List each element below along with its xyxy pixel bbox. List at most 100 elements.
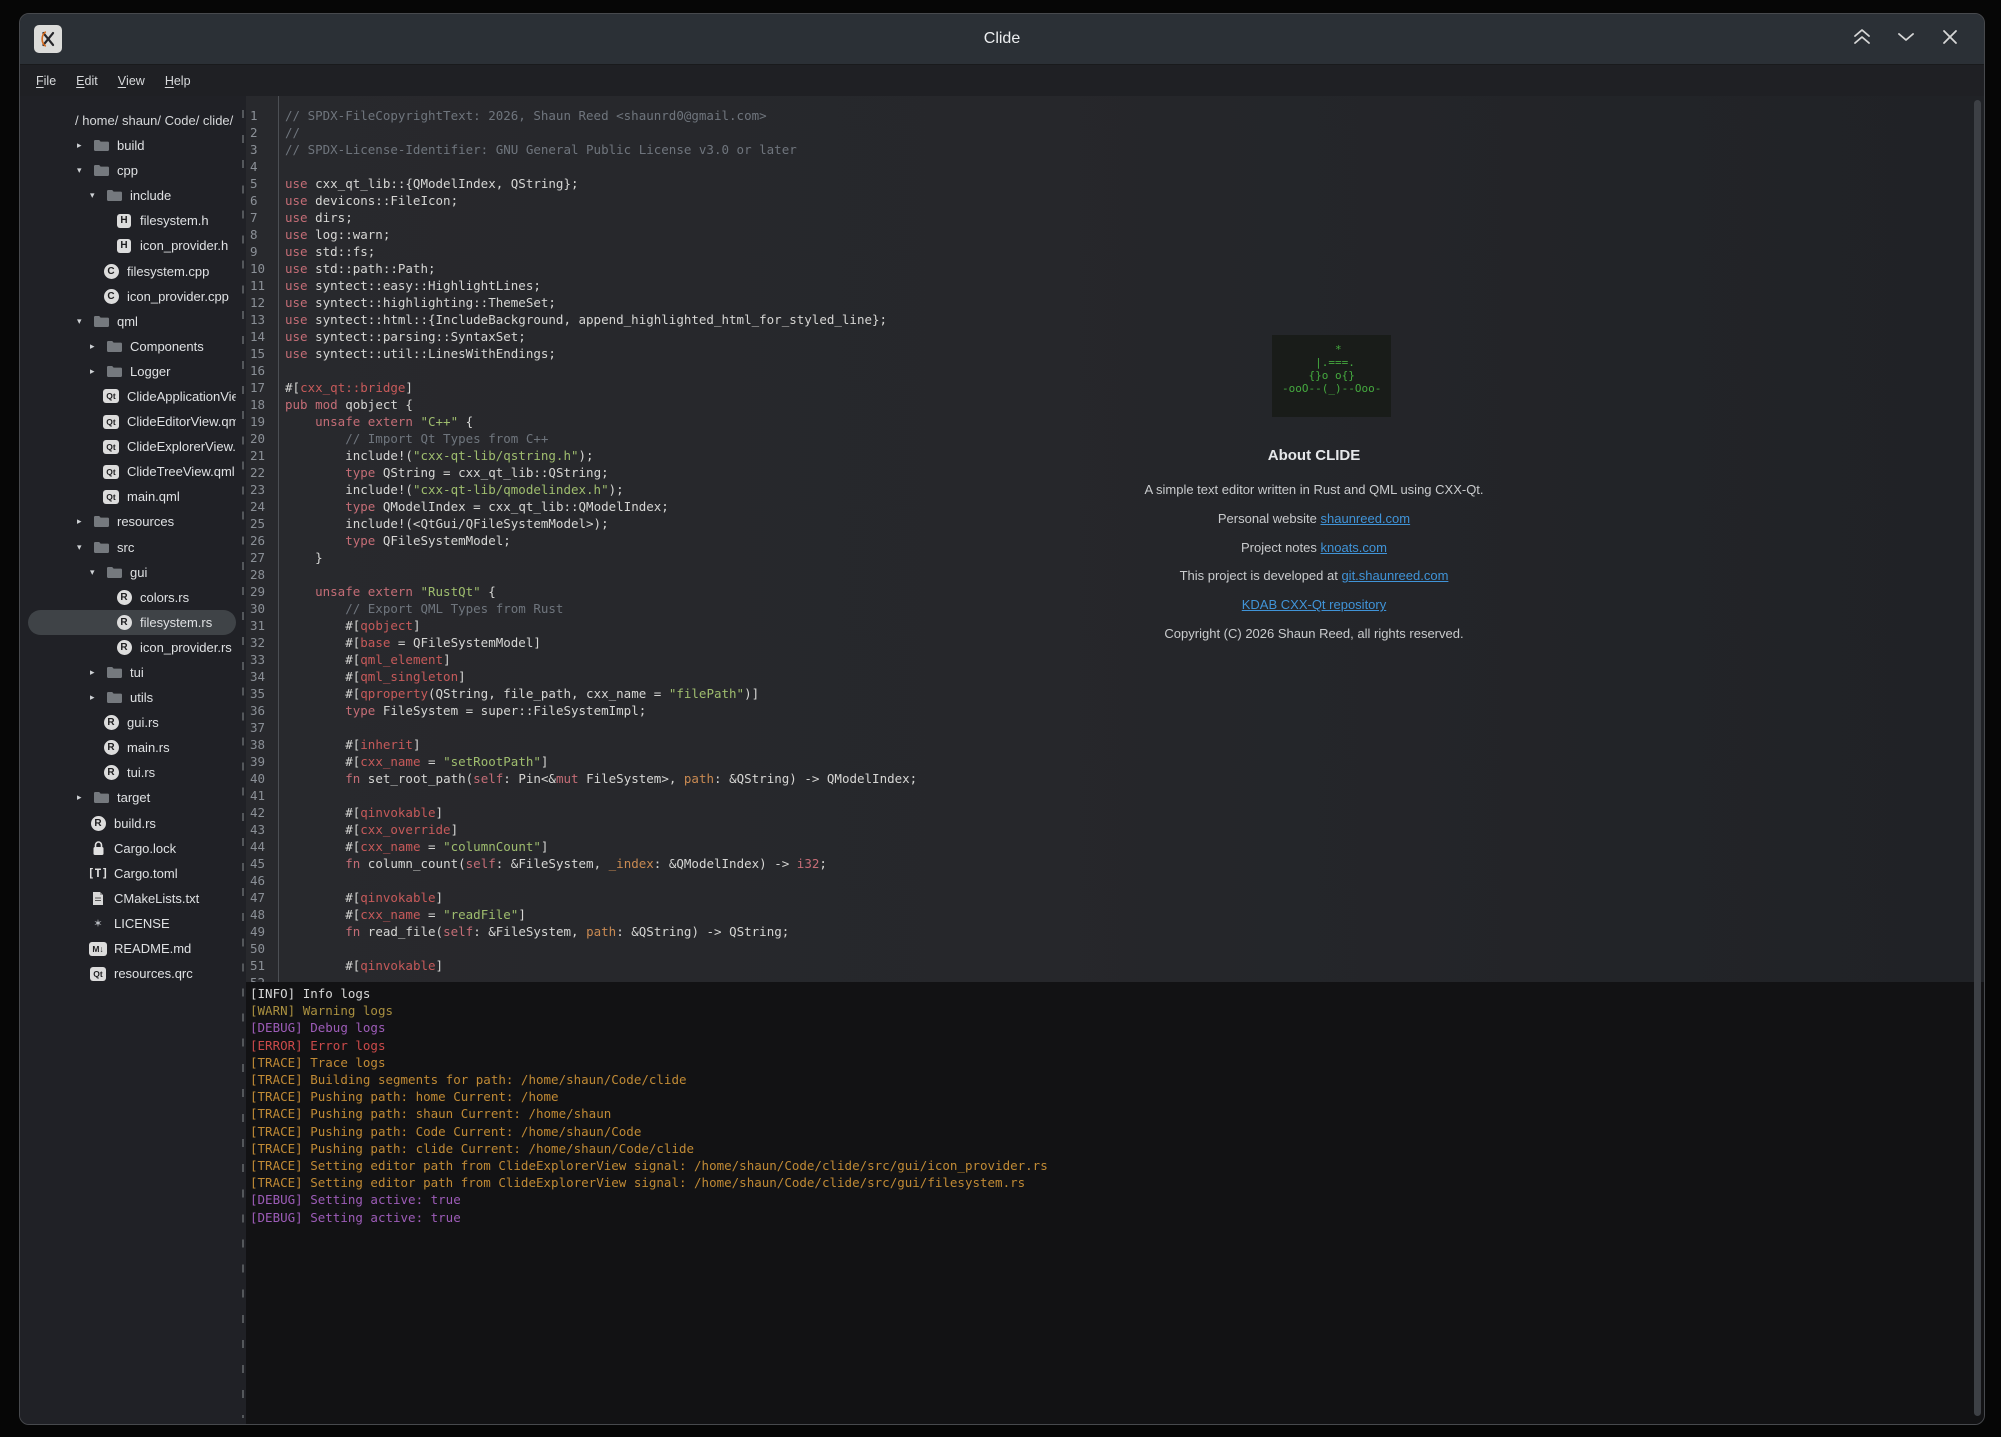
log-level: [WARN] — [250, 1003, 303, 1018]
folder-icon — [105, 365, 123, 378]
tree-item-icon-provider-rs[interactable]: Ricon_provider.rs — [28, 635, 236, 660]
tree-item-resources-qrc[interactable]: Qtresources.qrc — [28, 961, 236, 986]
tree-item-clideeditorview-qml[interactable]: QtClideEditorView.qml — [28, 409, 236, 434]
minimize-button[interactable] — [1894, 27, 1918, 51]
tree-item-build-rs[interactable]: Rbuild.rs — [28, 811, 236, 836]
tree-item-clideexplorerview-qml[interactable]: QtClideExplorerView.qml — [28, 434, 236, 459]
menu-item-help[interactable]: Help — [155, 65, 201, 96]
rust-file-icon: R — [115, 590, 133, 605]
tree-item-label: src — [117, 540, 134, 555]
code-line: 16 — [246, 362, 1984, 379]
line-number: 51 — [246, 957, 276, 974]
code-token: type — [345, 465, 375, 480]
tree-item-logger[interactable]: ▸Logger — [28, 359, 236, 384]
about-paragraph: KDAB CXX-Qt repository — [1092, 591, 1536, 620]
code-editor[interactable]: 1// SPDX-FileCopyrightText: 2026, Shaun … — [246, 96, 1984, 982]
chevron-collapsed-icon: ▸ — [90, 341, 105, 352]
log-message: Setting editor path from ClideExplorerVi… — [310, 1158, 1048, 1173]
tree-item-cpp[interactable]: ▾cpp — [28, 158, 236, 183]
maximize-button[interactable] — [1850, 27, 1874, 51]
tree-item-colors-rs[interactable]: Rcolors.rs — [28, 585, 236, 610]
tree-item-label: Components — [130, 339, 204, 354]
gutter-separator — [278, 96, 279, 982]
chevron-collapsed-icon: ▸ — [90, 366, 105, 377]
code-line: 3// SPDX-License-Identifier: GNU General… — [246, 141, 1984, 158]
tree-item-clidetreeview-qml[interactable]: QtClideTreeView.qml — [28, 459, 236, 484]
tree-item-utils[interactable]: ▸utils — [28, 685, 236, 710]
tree-item-build[interactable]: ▸build — [28, 133, 236, 158]
line-number: 48 — [246, 906, 276, 923]
menu-item-view[interactable]: View — [108, 65, 155, 96]
tree-item-components[interactable]: ▸ Components — [28, 334, 236, 359]
line-number: 26 — [246, 532, 276, 549]
line-number: 9 — [246, 243, 276, 260]
code-token: #[ — [285, 635, 360, 650]
tree-item-main-rs[interactable]: Rmain.rs — [28, 735, 236, 760]
log-message: Building segments for path: /home/shaun/… — [310, 1072, 686, 1087]
menu-item-edit[interactable]: Edit — [66, 65, 108, 96]
line-number: 41 — [246, 787, 276, 804]
tree-item-label: utils — [130, 690, 153, 705]
tree-item-resources[interactable]: ▸resources — [28, 509, 236, 534]
line-number: 35 — [246, 685, 276, 702]
chevron-expanded-icon: ▾ — [90, 567, 105, 578]
about-link[interactable]: KDAB CXX-Qt repository — [1242, 597, 1387, 612]
file-tree: / home/ shaun/ Code/ clide/ ▸build▾cpp▾i… — [20, 96, 246, 986]
log-line-warn: [WARN] Warning logs — [250, 1002, 1984, 1019]
code-line: 5use cxx_qt_lib::{QModelIndex, QString}; — [246, 175, 1984, 192]
tree-item-label: main.rs — [127, 740, 170, 755]
code-token: (QString, file_path, cxx_name = — [428, 686, 669, 701]
code-token — [285, 414, 315, 429]
log-message: Pushing path: home Current: /home — [310, 1089, 558, 1104]
line-number: 13 — [246, 311, 276, 328]
code-line-text: } — [276, 549, 323, 566]
tree-item-filesystem-rs[interactable]: Rfilesystem.rs — [28, 610, 236, 635]
code-token: use — [285, 295, 308, 310]
tree-item-icon-provider-h[interactable]: Hicon_provider.h — [28, 233, 236, 258]
explorer-scrollbar[interactable] — [242, 110, 244, 1418]
code-line-text: include!("cxx-qt-lib/qstring.h"); — [276, 447, 594, 464]
tree-item-src[interactable]: ▾src — [28, 535, 236, 560]
code-token: : &QString) -> QString; — [616, 924, 789, 939]
code-token: fn — [345, 924, 360, 939]
line-number: 40 — [246, 770, 276, 787]
log-line-trace: [TRACE] Pushing path: home Current: /hom… — [250, 1088, 1984, 1105]
menu-item-file[interactable]: File — [26, 65, 66, 96]
tree-item-include[interactable]: ▾include — [28, 183, 236, 208]
code-token: base — [360, 635, 390, 650]
tree-item-gui-rs[interactable]: Rgui.rs — [28, 710, 236, 735]
tree-item-cargo-lock[interactable]: Cargo.lock — [28, 836, 236, 861]
tree-item-target[interactable]: ▸target — [28, 785, 236, 810]
tree-item-readme-md[interactable]: M↓README.md — [28, 936, 236, 961]
tree-item-cargo-toml[interactable]: [T]Cargo.toml — [28, 861, 236, 886]
tree-item-qml[interactable]: ▾qml — [28, 309, 236, 334]
tree-item-filesystem-h[interactable]: Hfilesystem.h — [28, 208, 236, 233]
editor-scrollbar[interactable] — [1974, 100, 1981, 1416]
tree-item-icon-provider-cpp[interactable]: Cicon_provider.cpp — [28, 284, 236, 309]
tree-item-tui[interactable]: ▸tui — [28, 660, 236, 685]
code-token: : &QModelIndex) -> — [654, 856, 797, 871]
code-line-text: // SPDX-License-Identifier: GNU General … — [276, 141, 797, 158]
tree-item-main-qml[interactable]: Qtmain.qml — [28, 484, 236, 509]
code-token: // — [285, 125, 300, 140]
menu-mnemonic: E — [76, 74, 84, 88]
code-token: self — [443, 924, 473, 939]
line-number: 3 — [246, 141, 276, 158]
code-line-text: type FileSystem = super::FileSystemImpl; — [276, 702, 646, 719]
code-token: syntect::highlighting::ThemeSet; — [308, 295, 556, 310]
about-link[interactable]: shaunreed.com — [1321, 511, 1411, 526]
tree-item-tui-rs[interactable]: Rtui.rs — [28, 760, 236, 785]
about-link[interactable]: git.shaunreed.com — [1341, 568, 1448, 583]
tree-item-license[interactable]: ✶LICENSE — [28, 911, 236, 936]
about-link[interactable]: knoats.com — [1321, 540, 1387, 555]
tree-item-filesystem-cpp[interactable]: Cfilesystem.cpp — [28, 258, 236, 283]
code-line-text: fn column_count(self: &FileSystem, _inde… — [276, 855, 827, 872]
tree-item-gui[interactable]: ▾gui — [28, 560, 236, 585]
log-panel[interactable]: [INFO] Info logs[WARN] Warning logs[DEBU… — [246, 982, 1984, 1424]
log-level: [TRACE] — [250, 1055, 310, 1070]
line-number: 20 — [246, 430, 276, 447]
close-button[interactable] — [1938, 27, 1962, 51]
tree-item-clideapplicationview-qml[interactable]: QtClideApplicationView.qml — [28, 384, 236, 409]
tree-item-cmakelists-txt[interactable]: CMakeLists.txt — [28, 886, 236, 911]
code-token: #[ — [285, 839, 360, 854]
